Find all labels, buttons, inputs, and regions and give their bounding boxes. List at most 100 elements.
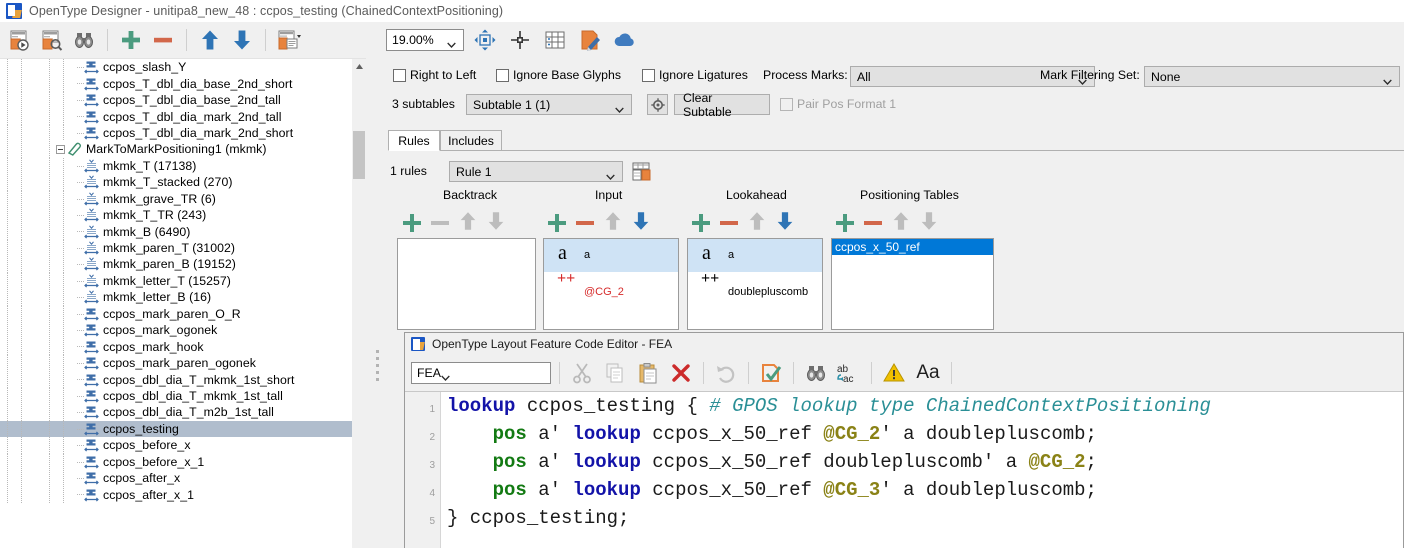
input-entry-0[interactable]: a a (544, 239, 678, 272)
lookahead-entry-0[interactable]: a a (688, 239, 822, 272)
input-add-icon[interactable] (546, 212, 568, 234)
ccpos-rule-icon (84, 356, 99, 370)
glyph-preview: a (558, 242, 567, 264)
lookahead-move-down-icon[interactable] (774, 210, 796, 235)
tree-item-ccpos_mark_paren_ogonek[interactable]: ccpos_mark_paren_ogonek (0, 354, 352, 372)
tree-item-mkmk_letter_b--16-[interactable]: mkmk_letter_B (16) (0, 289, 352, 306)
positioning-table-entry-0[interactable]: ccpos_x_50_ref (832, 239, 993, 255)
options-dropdown-icon[interactable] (275, 26, 303, 54)
move-up-icon[interactable] (196, 26, 224, 54)
positioning-add-icon[interactable] (834, 212, 856, 234)
code-token: a' (526, 479, 573, 501)
move-down-icon[interactable] (228, 26, 256, 54)
preview-lookup-icon[interactable] (6, 26, 34, 54)
replace-icon[interactable]: ab ac (835, 359, 863, 387)
input-entry-1[interactable]: ++ @CG_2 (544, 270, 678, 305)
input-panel[interactable]: a a ++ @CG_2 (543, 238, 679, 330)
tree-item-ccpos_testing[interactable]: ccpos_testing (0, 420, 352, 438)
tree-item-ccpos_dbl_dia_t_mkmk_1st_short[interactable]: ccpos_dbl_dia_T_mkmk_1st_short (0, 371, 352, 388)
gear-icon[interactable] (647, 94, 668, 115)
rule-table-icon[interactable] (631, 161, 653, 182)
apply-icon[interactable] (757, 359, 785, 387)
tree-item-ccpos_after_x_1[interactable]: ccpos_after_x_1 (0, 486, 352, 503)
checkbox-box (642, 68, 655, 82)
clear-subtable-button[interactable]: Clear Subtable (674, 91, 770, 119)
fit-to-window-icon[interactable] (471, 26, 499, 54)
paste-icon[interactable] (634, 359, 662, 387)
tree-item-ccpos_t_dbl_dia_mark_2nd_tall[interactable]: ccpos_T_dbl_dia_mark_2nd_tall (0, 108, 352, 125)
font-icon[interactable]: Aa (913, 359, 943, 387)
tree-item-ccpos_t_dbl_dia_base_2nd_tall[interactable]: ccpos_T_dbl_dia_base_2nd_tall (0, 91, 352, 109)
lookahead-remove-icon[interactable] (718, 212, 740, 234)
cloud-icon[interactable] (611, 26, 639, 54)
tree-item-ccpos_mark_paren_o_r[interactable]: ccpos_mark_paren_O_R (0, 305, 352, 322)
positioning-remove-icon[interactable] (862, 212, 884, 234)
tree-item-ccpos_t_dbl_dia_mark_2nd_short[interactable]: ccpos_T_dbl_dia_mark_2nd_short (0, 124, 352, 142)
zoom-combo[interactable]: 19.00% (386, 29, 464, 51)
ignore-ligatures-checkbox[interactable]: Ignore Ligatures (642, 68, 748, 82)
tree-vertical-scrollbar[interactable] (352, 59, 366, 548)
tree-item-label: mkmk_letter_T (15257) (103, 273, 231, 288)
remove-icon[interactable] (149, 26, 177, 54)
tree-item-ccpos_after_x[interactable]: ccpos_after_x (0, 469, 352, 487)
find-icon[interactable] (70, 26, 98, 54)
mark-filtering-set-combo[interactable]: None (1144, 66, 1400, 87)
code-text-area[interactable]: 1 2 3 4 5 lookup ccpos_testing { # GPOS look… (405, 391, 1403, 548)
tree-item-mkmk_paren_b--19152-[interactable]: mkmk_paren_B (19152) (0, 256, 352, 273)
tree-item-ccpos_before_x_1[interactable]: ccpos_before_x_1 (0, 453, 352, 470)
tree-item-label: ccpos_before_x (103, 438, 191, 453)
positioning-tables-actions (834, 210, 940, 235)
input-remove-icon[interactable] (574, 212, 596, 234)
ignore-base-glyphs-checkbox[interactable]: Ignore Base Glyphs (496, 68, 621, 82)
tree-item-ccpos_before_x[interactable]: ccpos_before_x (0, 437, 352, 454)
tree-expander-collapse-icon[interactable] (56, 144, 65, 154)
tree-item-mkmk_b--6490-[interactable]: mkmk_B (6490) (0, 223, 352, 240)
input-move-down-icon[interactable] (630, 210, 652, 235)
tree-scroll-thumb[interactable] (353, 131, 365, 179)
backtrack-add-icon[interactable] (401, 212, 423, 234)
column-header-positioning-tables: Positioning Tables (860, 188, 959, 202)
tree-item-mkmk_letter_t--15257-[interactable]: mkmk_letter_T (15257) (0, 272, 352, 290)
lookahead-panel[interactable]: a a ++ doublepluscomb (687, 238, 823, 330)
subtable-combo[interactable]: Subtable 1 (1) (466, 94, 632, 115)
format-select-combo[interactable]: FEA (411, 362, 551, 384)
pair-pos-format-label: Pair Pos Format 1 (797, 97, 897, 111)
format-select-value: FEA (417, 366, 441, 380)
find-icon[interactable] (802, 359, 830, 387)
lookahead-add-icon[interactable] (690, 212, 712, 234)
tree-item-mkmk_grave_tr--6-[interactable]: mkmk_grave_TR (6) (0, 190, 352, 207)
scroll-up-arrow-icon[interactable] (352, 59, 366, 74)
tree-item-ccpos_t_dbl_dia_base_2nd_short[interactable]: ccpos_T_dbl_dia_base_2nd_short (0, 75, 352, 92)
right-to-left-checkbox[interactable]: Right to Left (393, 68, 476, 82)
add-icon[interactable] (117, 26, 145, 54)
lookup-tree-panel[interactable]: ccpos_slash_Y ccpos_T_dbl_dia_base_2nd_sh… (0, 58, 366, 548)
glyph-name: @CG_2 (584, 286, 624, 298)
tab-rules[interactable]: Rules (388, 130, 440, 151)
edit-glyph-icon[interactable] (576, 26, 604, 54)
code-token: ccpos_x_50_ref (640, 479, 824, 501)
tree-item-ccpos_dbl_dia_t_mkmk_1st_tall[interactable]: ccpos_dbl_dia_T_mkmk_1st_tall (0, 387, 352, 405)
inspect-lookup-icon[interactable] (38, 26, 66, 54)
tree-item-ccpos_mark_hook[interactable]: ccpos_mark_hook (0, 338, 352, 355)
center-origin-icon[interactable] (506, 26, 534, 54)
rule-selector-combo[interactable]: Rule 1 (449, 161, 623, 182)
code-token: lookup (572, 479, 641, 501)
tree-item-mkmk_t--17138-[interactable]: mkmk_T (17138) (0, 157, 352, 175)
tree-item-marktomarkpositioning1--mkmk-[interactable]: MarkToMarkPositioning1 (mkmk) (0, 141, 352, 158)
vertical-splitter[interactable] (370, 58, 384, 548)
tree-item-ccpos_slash_y[interactable]: ccpos_slash_Y (0, 59, 352, 76)
tree-item-mkmk_paren_t--31002-[interactable]: mkmk_paren_T (31002) (0, 239, 352, 257)
glyph-grid-icon[interactable] (541, 26, 569, 54)
tree-item-mkmk_t_tr--243-[interactable]: mkmk_T_TR (243) (0, 206, 352, 224)
tree-item-ccpos_dbl_dia_t_m2b_1st_tall[interactable]: ccpos_dbl_dia_T_m2b_1st_tall (0, 404, 352, 421)
positioning-tables-panel[interactable]: ccpos_x_50_ref (831, 238, 994, 330)
delete-icon[interactable] (667, 359, 695, 387)
lookahead-entry-1[interactable]: ++ doublepluscomb (688, 270, 822, 305)
line-number-gutter: 1 2 3 4 5 (405, 392, 441, 548)
backtrack-panel[interactable] (397, 238, 536, 330)
tree-item-ccpos_mark_ogonek[interactable]: ccpos_mark_ogonek (0, 322, 352, 339)
tree-item-mkmk_t_stacked--270-[interactable]: mkmk_T_stacked (270) (0, 174, 352, 191)
warning-icon[interactable] (880, 359, 908, 387)
tab-includes[interactable]: Includes (440, 130, 502, 151)
code-token: pos (492, 451, 527, 473)
